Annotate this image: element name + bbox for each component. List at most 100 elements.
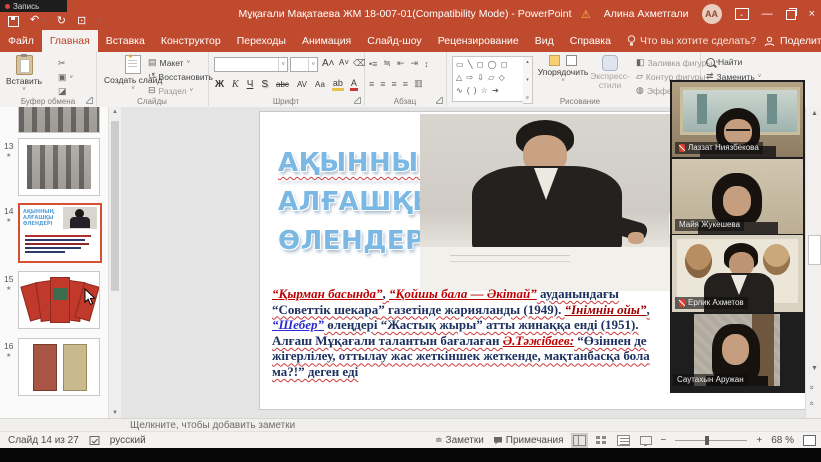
slideshow-view-button[interactable]: [639, 435, 652, 446]
tab-transitions[interactable]: Переходы: [229, 30, 294, 52]
slide-body-text[interactable]: “Қырман басында”, “Қойшы бала — Әкітай” …: [272, 286, 674, 380]
font-name-input[interactable]: ˅: [214, 57, 288, 72]
redo-icon[interactable]: ↻: [57, 14, 66, 28]
align-center-icon[interactable]: ≡: [380, 79, 385, 89]
thumbnail-scrollbar[interactable]: ▲ ▼: [108, 107, 122, 418]
share-button[interactable]: Поделиться: [764, 30, 821, 52]
decrease-indent-icon[interactable]: ⇤: [397, 58, 405, 69]
tab-design[interactable]: Конструктор: [153, 30, 229, 52]
font-color-button[interactable]: А: [350, 78, 358, 91]
bullets-icon[interactable]: •≡: [369, 59, 377, 69]
scroll-down-icon[interactable]: ▼: [811, 365, 818, 372]
shapes-gallery[interactable]: ▭ ╲ ◻ ◯ ◻ △ ⇨ ⇩ ▱ ◇ ∿ ( ) ☆ ➔: [452, 56, 530, 102]
format-painter-button[interactable]: ◪: [58, 86, 67, 97]
notes-pane[interactable]: Щелкните, чтобы добавить заметки: [0, 418, 821, 431]
avatar[interactable]: АА: [702, 4, 722, 24]
tab-insert[interactable]: Вставка: [98, 30, 153, 52]
justify-icon[interactable]: ≡: [403, 79, 408, 89]
normal-view-button[interactable]: [573, 435, 586, 446]
section-button[interactable]: ⊟Раздел˅: [148, 85, 193, 96]
slide-sorter-view-button[interactable]: [595, 435, 608, 446]
shrink-font-button[interactable]: A˅: [338, 58, 350, 67]
grow-font-button[interactable]: A˄: [321, 58, 336, 69]
zoom-slider[interactable]: [675, 440, 747, 441]
notes-toggle[interactable]: ≐Заметки: [435, 435, 484, 446]
reading-view-button[interactable]: [617, 435, 630, 446]
clipboard-icon: [16, 55, 33, 75]
scrollbar-thumb[interactable]: [808, 235, 821, 265]
paste-button[interactable]: Вставить ˅: [6, 55, 42, 95]
arrange-button[interactable]: Упорядочить ˅: [538, 55, 588, 86]
tab-view[interactable]: Вид: [527, 30, 562, 52]
group-slides: Создать слайд ˅ ▤Макет˅ ↺Восстановить ⊟Р…: [96, 52, 209, 106]
comments-toggle[interactable]: Примечания: [493, 435, 564, 446]
tell-me-box[interactable]: Что вы хотите сделать?: [619, 30, 764, 52]
ribbon-display-options-icon[interactable]: ⌄: [735, 8, 749, 20]
video-tile-2[interactable]: Майя Жукешева: [672, 159, 803, 234]
italic-button[interactable]: К: [231, 79, 240, 90]
body-run: “Қойшы бала — Әкітай”: [389, 286, 537, 301]
numbering-icon[interactable]: ≒: [383, 58, 391, 69]
tab-animations[interactable]: Анимация: [294, 30, 359, 52]
bold-button[interactable]: Ж: [214, 79, 225, 90]
cut-button[interactable]: ✂: [58, 58, 66, 69]
line-spacing-icon[interactable]: ↕: [424, 59, 429, 69]
undo-icon[interactable]: ↶ ˅: [30, 13, 46, 29]
scroll-up-icon[interactable]: ▲: [112, 109, 118, 115]
thumbnail-slide-16[interactable]: [18, 338, 100, 396]
video-tile-3[interactable]: Ерлик Ахметов: [672, 235, 803, 312]
thumbnail-slide-13[interactable]: [18, 138, 100, 196]
zoom-in-button[interactable]: +: [756, 435, 762, 446]
text-shadow-button[interactable]: S: [260, 79, 269, 90]
underline-button[interactable]: Ч: [246, 79, 255, 90]
tab-home[interactable]: Главная: [42, 30, 98, 52]
scroll-up-icon[interactable]: ▲: [811, 110, 818, 117]
next-slide-icon[interactable]: «: [808, 401, 817, 405]
increase-indent-icon[interactable]: ⇥: [411, 58, 419, 69]
tab-slideshow[interactable]: Слайд-шоу: [359, 30, 429, 52]
spellcheck-icon[interactable]: [89, 435, 100, 446]
section-icon: ⊟: [148, 85, 156, 96]
font-size-input[interactable]: ˅: [290, 57, 318, 72]
find-button[interactable]: Найти: [706, 57, 742, 67]
zoom-level[interactable]: 68 %: [771, 435, 794, 446]
tab-file[interactable]: Файл: [0, 30, 42, 52]
columns-icon[interactable]: ▥: [414, 78, 423, 89]
language-indicator[interactable]: русский: [110, 435, 146, 446]
scroll-down-icon[interactable]: ▼: [112, 410, 118, 416]
restore-button[interactable]: [786, 10, 796, 20]
align-left-icon[interactable]: ≡: [369, 79, 374, 89]
zoom-slider-thumb[interactable]: [705, 436, 709, 445]
highlight-color-button[interactable]: ab: [332, 78, 344, 91]
reset-button[interactable]: ↺Восстановить: [148, 71, 213, 82]
save-icon[interactable]: [8, 16, 19, 27]
zoom-out-button[interactable]: −: [661, 435, 667, 446]
previous-slide-icon[interactable]: »: [808, 385, 817, 389]
scrollbar-thumb[interactable]: [111, 121, 119, 291]
strikethrough-button[interactable]: abc: [275, 80, 290, 89]
character-spacing-button[interactable]: AV: [296, 80, 308, 89]
copy-button[interactable]: ▣˅: [58, 72, 73, 83]
layout-button[interactable]: ▤Макет˅: [148, 57, 190, 68]
account-name[interactable]: Алина Ахметгали: [604, 8, 689, 20]
minimize-button[interactable]: —: [762, 8, 773, 20]
thumbnail-slide-14-selected[interactable]: АҚЫННЫҢАЛҒАШҚЫӨЛЕНДЕРІ: [18, 203, 102, 263]
thumbnail-slide-12-partial[interactable]: [18, 107, 100, 133]
fit-to-window-button[interactable]: [803, 435, 816, 446]
group-font: ˅ ˅ A˄ A˅ ⌫ Ж К Ч S abc AV Аа ab А Шрифт: [208, 52, 365, 106]
close-button[interactable]: ×: [809, 8, 815, 20]
quick-styles-button[interactable]: Экспресс-стили: [588, 55, 632, 90]
warning-icon[interactable]: ⚠: [581, 8, 591, 21]
video-call-sidebar[interactable]: Лаззат Ниязбекова Майя Жукешева Ерлик Ах…: [670, 80, 805, 393]
font-dialog-launcher-icon[interactable]: [354, 97, 361, 104]
tab-help[interactable]: Справка: [562, 30, 619, 52]
video-tile-1[interactable]: Лаззат Ниязбекова: [672, 82, 803, 157]
start-slideshow-icon[interactable]: ⊡: [77, 14, 86, 28]
align-right-icon[interactable]: ≡: [392, 79, 397, 89]
slide-vertical-scrollbar[interactable]: ▲ ▼ » «: [805, 107, 821, 418]
customize-qat-icon[interactable]: ˅: [97, 14, 101, 28]
tab-review[interactable]: Рецензирование: [430, 30, 527, 52]
paragraph-dialog-launcher-icon[interactable]: [436, 97, 443, 104]
change-case-button[interactable]: Аа: [314, 80, 326, 89]
clipboard-dialog-launcher-icon[interactable]: [86, 97, 93, 104]
